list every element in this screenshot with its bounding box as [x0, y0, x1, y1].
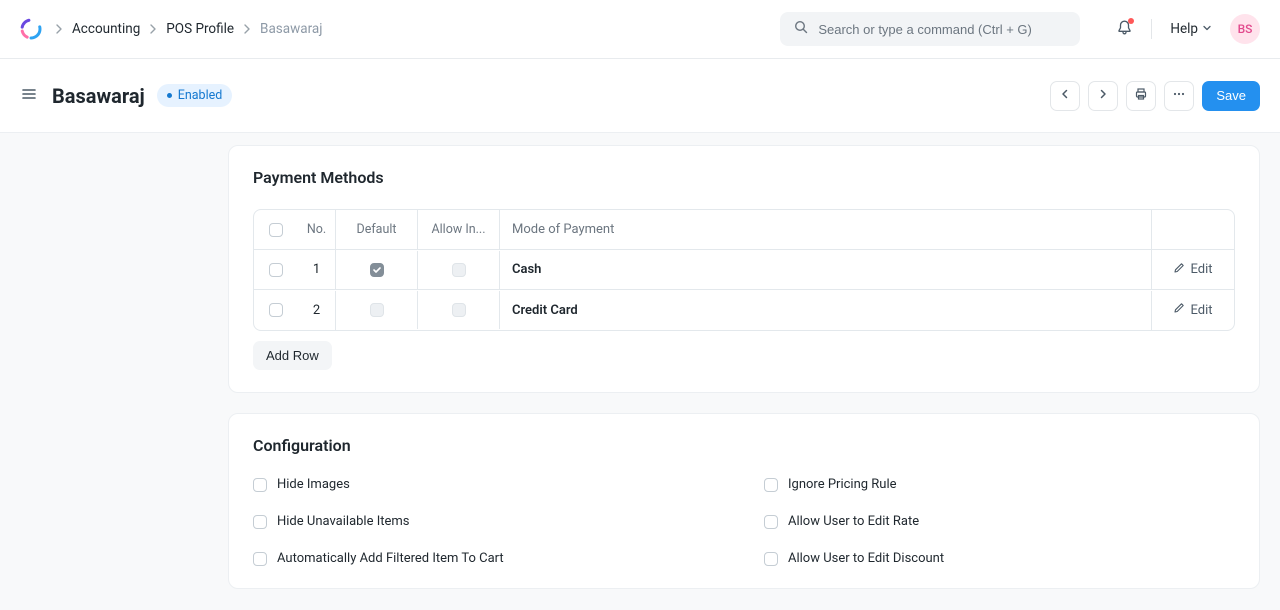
- breadcrumb-current: Basawaraj: [260, 21, 322, 37]
- config-checkbox[interactable]: [764, 552, 778, 566]
- row-select-checkbox[interactable]: [269, 263, 283, 277]
- config-checkbox[interactable]: [253, 478, 267, 492]
- search-icon: [794, 20, 808, 38]
- config-checkbox[interactable]: [764, 515, 778, 529]
- config-label: Allow User to Edit Discount: [788, 551, 944, 566]
- row-select-checkbox[interactable]: [269, 303, 283, 317]
- row-select-cell: [254, 303, 298, 317]
- config-label: Allow User to Edit Rate: [788, 514, 919, 529]
- row-no: 2: [298, 291, 336, 330]
- chevron-right-icon: [148, 24, 158, 34]
- nav-right: Help BS: [1116, 14, 1260, 44]
- configuration-grid: Hide Images Hide Unavailable Items Autom…: [253, 477, 1235, 566]
- pencil-icon: [1173, 302, 1185, 318]
- config-label: Automatically Add Filtered Item To Cart: [277, 551, 504, 566]
- payment-methods-card: Payment Methods No. Default Allow In... …: [228, 145, 1260, 393]
- row-allow-cell: [418, 251, 500, 289]
- chevron-right-icon: [242, 24, 252, 34]
- config-item-hide-images[interactable]: Hide Images: [253, 477, 724, 492]
- prev-record-button[interactable]: [1050, 81, 1080, 111]
- payment-methods-table: No. Default Allow In... Mode of Payment …: [253, 209, 1235, 331]
- status-badge: Enabled: [157, 84, 233, 107]
- config-item-hide-unavailable[interactable]: Hide Unavailable Items: [253, 514, 724, 529]
- payment-methods-title: Payment Methods: [253, 168, 1235, 187]
- allow-checkbox[interactable]: [452, 303, 466, 317]
- hamburger-icon: [20, 85, 38, 107]
- edit-label: Edit: [1190, 262, 1212, 277]
- table-row[interactable]: 2 Credit Card Edit: [254, 290, 1234, 330]
- column-default: Default: [336, 210, 418, 249]
- row-default-cell: [336, 291, 418, 329]
- row-default-cell: [336, 251, 418, 289]
- status-label: Enabled: [178, 88, 223, 103]
- more-horizontal-icon: [1172, 87, 1186, 104]
- edit-row-button[interactable]: Edit: [1152, 302, 1234, 318]
- help-label: Help: [1170, 21, 1198, 37]
- page-header: Basawaraj Enabled Save: [0, 59, 1280, 133]
- page-title: Basawaraj: [52, 84, 145, 108]
- notification-dot-icon: [1128, 18, 1134, 24]
- config-item-edit-discount[interactable]: Allow User to Edit Discount: [764, 551, 1235, 566]
- edit-row-button[interactable]: Edit: [1152, 262, 1234, 278]
- pencil-icon: [1173, 262, 1185, 278]
- save-button[interactable]: Save: [1202, 81, 1260, 111]
- print-button[interactable]: [1126, 81, 1156, 111]
- select-all-checkbox[interactable]: [269, 223, 283, 237]
- config-checkbox[interactable]: [253, 552, 267, 566]
- column-no: No.: [298, 210, 336, 249]
- chevron-left-icon: [1059, 88, 1071, 103]
- avatar[interactable]: BS: [1230, 14, 1260, 44]
- status-dot-icon: [167, 93, 172, 98]
- page-actions: Save: [1050, 81, 1260, 111]
- config-item-edit-rate[interactable]: Allow User to Edit Rate: [764, 514, 1235, 529]
- allow-checkbox[interactable]: [452, 263, 466, 277]
- config-checkbox[interactable]: [764, 478, 778, 492]
- more-menu-button[interactable]: [1164, 81, 1194, 111]
- row-no: 1: [298, 250, 336, 289]
- sidebar-toggle-button[interactable]: [20, 85, 38, 107]
- column-allow: Allow In...: [418, 210, 500, 249]
- chevron-right-icon: [1097, 88, 1109, 103]
- search-input[interactable]: [818, 22, 1066, 37]
- default-checkbox[interactable]: [370, 303, 384, 317]
- edit-label: Edit: [1190, 303, 1212, 318]
- config-item-auto-add-filtered[interactable]: Automatically Add Filtered Item To Cart: [253, 551, 724, 566]
- breadcrumb-link-accounting[interactable]: Accounting: [72, 21, 140, 37]
- row-allow-cell: [418, 291, 500, 329]
- row-mode: Credit Card: [500, 291, 1152, 330]
- select-all-cell: [254, 223, 298, 237]
- next-record-button[interactable]: [1088, 81, 1118, 111]
- breadcrumb: Accounting POS Profile Basawaraj: [54, 21, 768, 37]
- config-label: Hide Images: [277, 477, 350, 492]
- chevron-right-icon: [54, 24, 64, 34]
- content-area: Payment Methods No. Default Allow In... …: [0, 133, 1280, 610]
- config-label: Hide Unavailable Items: [277, 514, 410, 529]
- config-checkbox[interactable]: [253, 515, 267, 529]
- config-item-ignore-pricing[interactable]: Ignore Pricing Rule: [764, 477, 1235, 492]
- search-bar[interactable]: [780, 12, 1080, 46]
- column-mode: Mode of Payment: [500, 210, 1152, 249]
- row-select-cell: [254, 263, 298, 277]
- notifications-button[interactable]: [1116, 19, 1133, 40]
- printer-icon: [1134, 87, 1148, 104]
- config-label: Ignore Pricing Rule: [788, 477, 897, 492]
- row-mode: Cash: [500, 250, 1152, 289]
- configuration-card: Configuration Hide Images Hide Unavailab…: [228, 413, 1260, 589]
- app-logo-icon[interactable]: [20, 18, 42, 40]
- top-navbar: Accounting POS Profile Basawaraj Help: [0, 0, 1280, 59]
- table-header-row: No. Default Allow In... Mode of Payment: [254, 210, 1234, 250]
- table-row[interactable]: 1 Cash Edit: [254, 250, 1234, 290]
- help-menu[interactable]: Help: [1170, 21, 1212, 37]
- default-checkbox[interactable]: [370, 263, 384, 277]
- breadcrumb-link-pos-profile[interactable]: POS Profile: [166, 21, 234, 37]
- configuration-title: Configuration: [253, 436, 1235, 455]
- chevron-down-icon: [1202, 21, 1212, 37]
- nav-divider: [1151, 19, 1152, 39]
- add-row-button[interactable]: Add Row: [253, 341, 332, 370]
